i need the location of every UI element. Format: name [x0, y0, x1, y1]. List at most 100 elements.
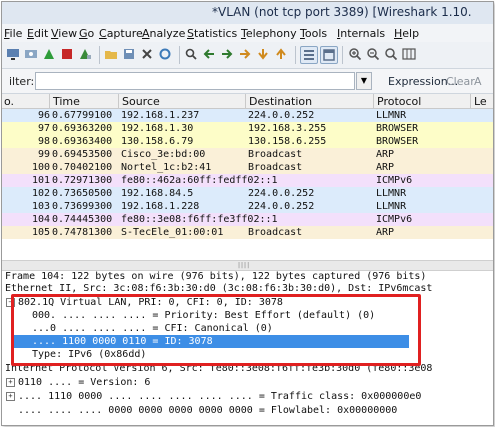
column-header-destination[interactable]: Destination: [249, 95, 312, 108]
packet-source: 192.168.1.228: [121, 201, 200, 212]
detail-text: Ethernet II, Src: 3c:08:f6:3b:30:d0 (3c:…: [5, 283, 433, 294]
packet-source: Cisco_3e:bd:00: [121, 149, 206, 160]
column-header-no[interactable]: o.: [4, 95, 14, 108]
packet-protocol: LLMNR: [376, 110, 407, 121]
resize-columns-icon[interactable]: [402, 47, 416, 61]
packet-time: 0.74781300: [52, 227, 113, 238]
menu-internals[interactable]: Internals: [337, 27, 385, 40]
packet-source: Nortel_1c:b2:41: [121, 162, 212, 173]
chevron-down-icon: ▼: [360, 76, 368, 85]
packet-source: fe80::3e08:f6ff:fe3ff02::1: [121, 214, 278, 225]
menu-edit[interactable]: Edit: [27, 27, 48, 40]
detail-text: .... .... .... 0000 0000 0000 0000 0000 …: [18, 405, 398, 416]
packet-source: S-TecEle_01:00:01: [121, 227, 224, 238]
detail-row-selected[interactable]: .... 1100 0000 0110 = ID: 3078: [14, 335, 409, 348]
find-icon[interactable]: [184, 47, 198, 61]
packet-row[interactable]: 97 0.69363200 192.168.1.30 192.168.3.255…: [2, 122, 493, 135]
packet-time: 0.73699300: [52, 201, 113, 212]
column-divider[interactable]: [49, 94, 50, 108]
colorize-icon[interactable]: [300, 46, 318, 64]
expand-toggle-icon[interactable]: +: [6, 378, 15, 387]
detail-text: 802.1Q Virtual LAN, PRI: 0, CFI: 0, ID: …: [18, 297, 283, 308]
column-divider[interactable]: [245, 94, 246, 108]
packet-protocol: LLMNR: [376, 201, 407, 212]
packet-row[interactable]: 105 0.74781300 S-TecEle_01:00:01 Broadca…: [2, 226, 493, 239]
detail-row[interactable]: + .... 1110 0000 .... .... .... .... ...…: [2, 390, 493, 403]
autoscroll-icon[interactable]: [320, 46, 338, 64]
menu-statistics[interactable]: Statistics: [187, 27, 237, 40]
packet-row[interactable]: 98 0.69363400 130.158.6.79 130.158.6.255…: [2, 135, 493, 148]
menu-file[interactable]: File: [4, 27, 22, 40]
packet-destination: Broadcast: [248, 149, 303, 160]
zoom-in-icon[interactable]: [348, 47, 362, 61]
packet-protocol: LLMNR: [376, 188, 407, 199]
menu-go[interactable]: Go: [79, 27, 94, 40]
packet-protocol: ARP: [376, 149, 395, 160]
filter-input[interactable]: [35, 72, 355, 90]
save-icon[interactable]: [122, 47, 136, 61]
menu-capture[interactable]: Capture: [99, 27, 143, 40]
column-header-length[interactable]: Le: [474, 95, 487, 108]
filter-dropdown-button[interactable]: ▼: [356, 72, 372, 90]
collapse-toggle-icon[interactable]: −: [6, 298, 15, 307]
detail-text: ...0 .... .... .... = CFI: Canonical (0): [32, 323, 273, 334]
normal-size-icon[interactable]: [384, 47, 398, 61]
start-capture-icon[interactable]: [42, 47, 56, 61]
packet-row[interactable]: 104 0.74445300 fe80::3e08:f6ff:fe3ff02::…: [2, 213, 493, 226]
packet-row[interactable]: 96 0.67799100 192.168.1.237 224.0.0.252 …: [2, 109, 493, 122]
close-file-icon[interactable]: [140, 47, 154, 61]
reload-icon[interactable]: [158, 47, 172, 61]
menu-analyze[interactable]: Analyze: [142, 27, 185, 40]
column-divider[interactable]: [118, 94, 119, 108]
detail-row[interactable]: 000. .... .... .... = Priority: Best Eff…: [2, 309, 493, 322]
detail-row[interactable]: .... .... .... 0000 0000 0000 0000 0000 …: [2, 404, 493, 417]
apply-button[interactable]: A: [474, 75, 482, 88]
go-last-icon[interactable]: [274, 47, 288, 61]
packet-source: fe80::462a:60ff:fedff02::1: [121, 175, 278, 186]
menu-view[interactable]: View: [51, 27, 77, 40]
stop-capture-icon[interactable]: [60, 47, 74, 61]
packet-row[interactable]: 103 0.73699300 192.168.1.228 224.0.0.252…: [2, 200, 493, 213]
packet-time: 0.67799100: [52, 110, 113, 121]
toolbar-separator: [179, 46, 180, 64]
packet-source: 192.168.84.5: [121, 188, 194, 199]
packet-row[interactable]: 100 0.70402100 Nortel_1c:b2:41 Broadcast…: [2, 161, 493, 174]
packet-no: 105: [31, 227, 50, 238]
column-divider[interactable]: [373, 94, 374, 108]
column-header-protocol[interactable]: Protocol: [377, 95, 421, 108]
detail-text: Type: IPv6 (0x86dd): [32, 349, 147, 360]
column-header-source[interactable]: Source: [122, 95, 160, 108]
detail-row[interactable]: Type: IPv6 (0x86dd): [2, 348, 493, 361]
detail-row[interactable]: − 802.1Q Virtual LAN, PRI: 0, CFI: 0, ID…: [2, 296, 493, 309]
menu-telephony[interactable]: Telephony: [241, 27, 297, 40]
zoom-out-icon[interactable]: [366, 47, 380, 61]
packet-row[interactable]: 99 0.69453500 Cisco_3e:bd:00 Broadcast A…: [2, 148, 493, 161]
display-filter-bar: ilter: ▼ Expression... Clear A: [2, 69, 493, 94]
menu-tools[interactable]: Tools: [300, 27, 327, 40]
go-forward-icon[interactable]: [220, 47, 234, 61]
column-divider[interactable]: [470, 94, 471, 108]
go-first-icon[interactable]: [256, 47, 270, 61]
packet-no: 99: [37, 149, 50, 160]
restart-icon[interactable]: [78, 47, 92, 61]
detail-row[interactable]: ...0 .... .... .... = CFI: Canonical (0): [2, 322, 493, 335]
packet-source: 192.168.1.30: [121, 123, 194, 134]
go-back-icon[interactable]: [202, 47, 216, 61]
expand-toggle-icon[interactable]: +: [6, 392, 15, 401]
packet-row[interactable]: 101 0.72971300 fe80::462a:60ff:fedff02::…: [2, 174, 493, 187]
detail-row[interactable]: Ethernet II, Src: 3c:08:f6:3b:30:d0 (3c:…: [2, 282, 493, 295]
column-header-time[interactable]: Time: [53, 95, 80, 108]
packet-row[interactable]: 102 0.73650500 192.168.84.5 224.0.0.252 …: [2, 187, 493, 200]
detail-row[interactable]: Internet Protocol Version 6, Src: fe80::…: [2, 362, 493, 375]
open-file-icon[interactable]: [104, 47, 118, 61]
options-icon[interactable]: [24, 47, 38, 61]
clear-button[interactable]: Clear: [446, 75, 475, 88]
menu-help[interactable]: Help: [394, 27, 419, 40]
packet-time: 0.70402100: [52, 162, 113, 173]
filter-label: ilter:: [9, 75, 35, 88]
packet-destination: Broadcast: [248, 162, 303, 173]
detail-row[interactable]: + 0110 .... = Version: 6: [2, 376, 493, 389]
packet-protocol: ICMPv6: [376, 214, 413, 225]
go-to-packet-icon[interactable]: [238, 47, 252, 61]
interface-list-icon[interactable]: [6, 47, 20, 61]
